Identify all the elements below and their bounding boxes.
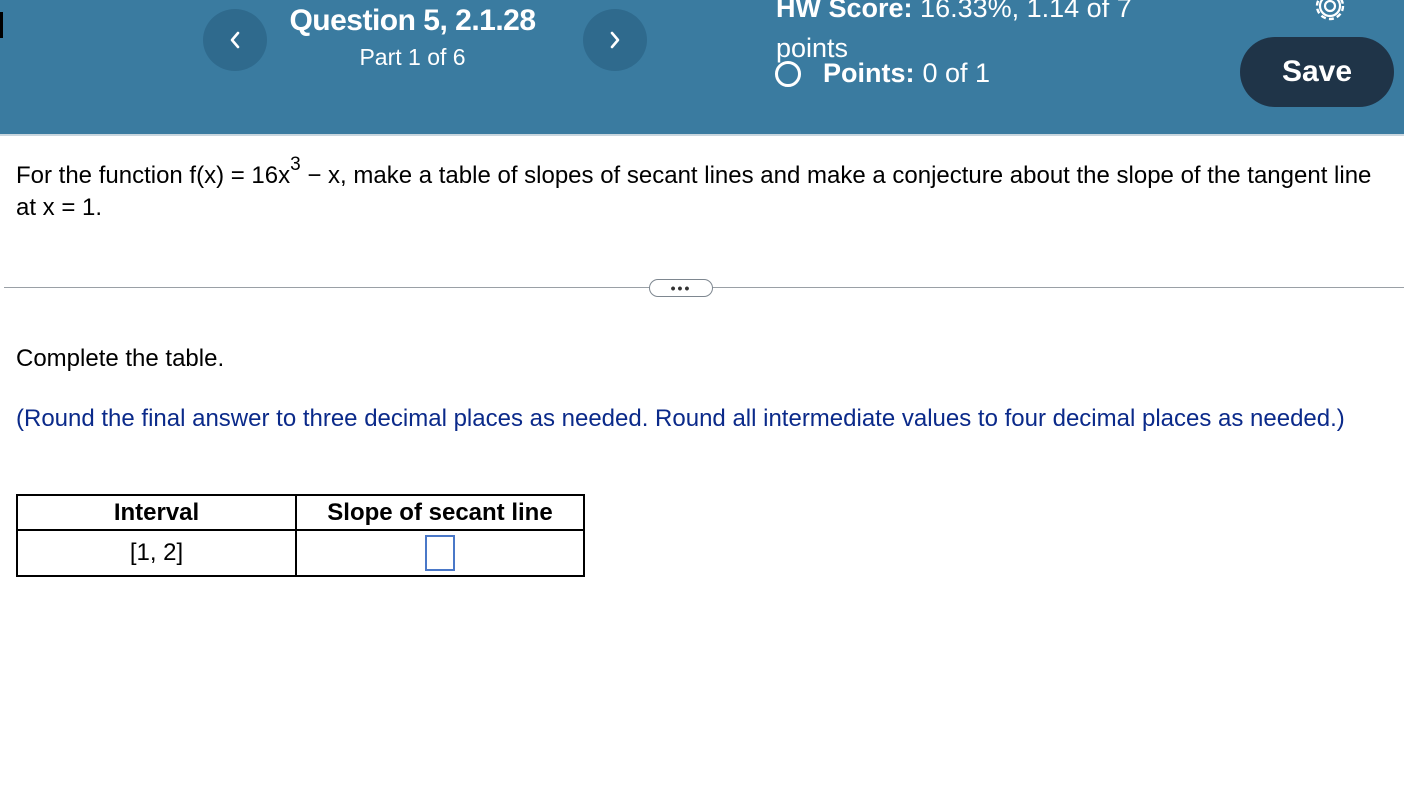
instruction-text: Complete the table. (16, 345, 225, 372)
hw-score-label: HW Score: (776, 0, 913, 23)
chevron-left-icon (230, 31, 240, 49)
previous-question-button[interactable] (203, 9, 267, 71)
save-button[interactable]: Save (1240, 37, 1394, 107)
header-bar: Question 5, 2.1.28 Part 1 of 6 HW Score:… (0, 0, 1404, 136)
question-title: Question 5, 2.1.28 (289, 4, 536, 37)
secant-slope-table: Interval Slope of secant line [1, 2] (16, 494, 585, 577)
table-row: [1, 2] (16, 529, 585, 577)
column-header-interval: Interval (16, 494, 297, 531)
next-question-button[interactable] (583, 9, 647, 71)
slope-answer-input[interactable] (425, 535, 455, 571)
interval-cell: [1, 2] (16, 529, 297, 577)
edge-marker (0, 12, 3, 38)
gear-icon[interactable] (1310, 0, 1350, 26)
points-status: Points: 0 of 1 (775, 58, 990, 89)
rounding-hint: (Round the final answer to three decimal… (16, 405, 1345, 432)
chevron-right-icon (610, 31, 620, 49)
question-part: Part 1 of 6 (359, 44, 466, 70)
slope-cell (295, 529, 585, 577)
hw-score-value: 16.33%, 1.14 of 7 (920, 0, 1132, 23)
table-header-row: Interval Slope of secant line (16, 494, 585, 531)
problem-text-before: For the function f(x) = 16x (16, 162, 291, 189)
empty-circle-icon (775, 60, 801, 87)
points-value: 0 of 1 (922, 58, 991, 88)
problem-statement: For the function f(x) = 16x3 − x, make a… (16, 155, 1376, 224)
expand-more-button[interactable]: ••• (649, 279, 713, 297)
points-label: Points: (823, 58, 915, 88)
column-header-slope: Slope of secant line (295, 494, 585, 531)
problem-exponent: 3 (290, 154, 301, 175)
